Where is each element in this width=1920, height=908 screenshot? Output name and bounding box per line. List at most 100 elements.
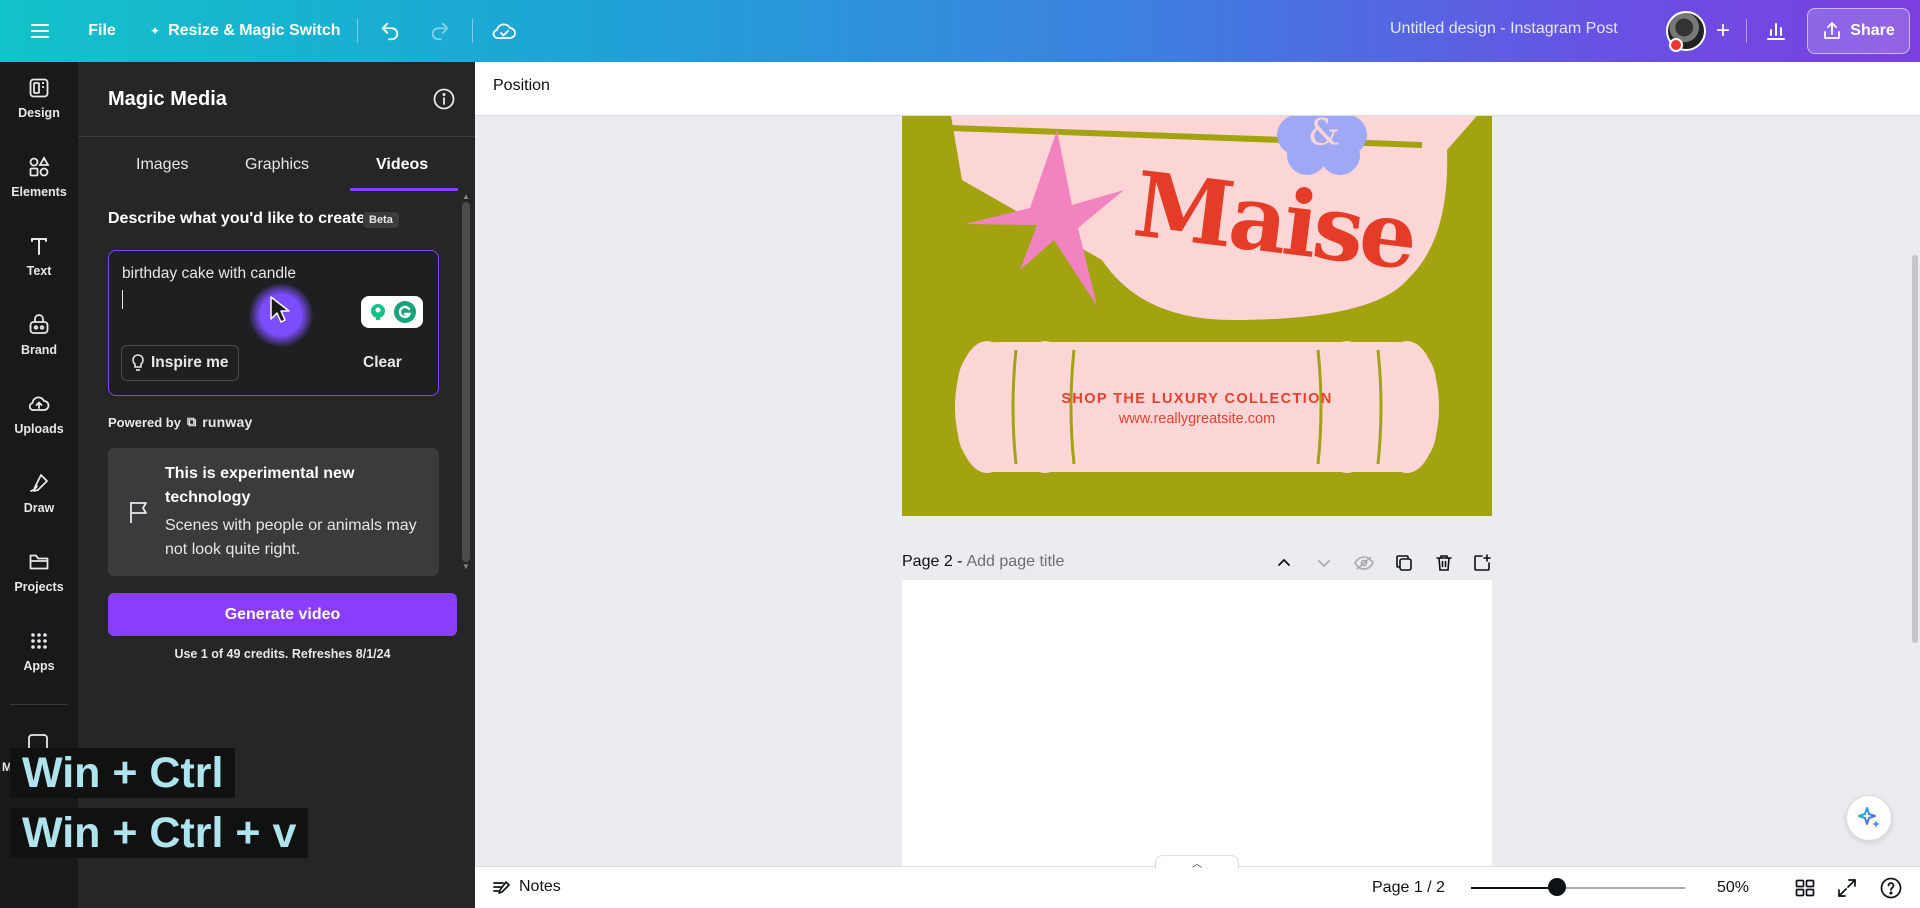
flower-shape: & (1277, 116, 1367, 175)
delete-page-button[interactable] (1432, 551, 1456, 575)
rail-divider (10, 704, 68, 705)
hide-page-button[interactable] (1352, 551, 1376, 575)
rail-item-brand[interactable]: Brand (0, 299, 78, 371)
flag-icon (130, 502, 147, 523)
menu-icon[interactable] (20, 11, 60, 51)
add-page-icon (1474, 554, 1491, 571)
panel-title: Magic Media (108, 88, 227, 110)
zoom-slider-handle[interactable] (1547, 878, 1566, 896)
rail-label: Uploads (14, 422, 64, 436)
move-page-up-button[interactable] (1272, 551, 1296, 575)
share-upload-icon (1824, 22, 1841, 39)
fullscreen-icon[interactable] (1835, 876, 1859, 900)
rail-item-uploads[interactable]: Uploads (0, 378, 78, 450)
avatar-badge (1669, 38, 1683, 52)
notice-body: Scenes with people or animals may not lo… (165, 517, 417, 558)
plus-icon: + (1715, 17, 1730, 44)
website-text[interactable]: www.reallygreatsite.com (902, 411, 1492, 427)
notes-button[interactable]: Notes (491, 877, 561, 897)
redo-icon (431, 22, 449, 41)
rail-item-text[interactable]: Text (0, 220, 78, 292)
add-page-button[interactable] (1470, 551, 1494, 575)
scroll-up-icon[interactable]: ▲ (462, 192, 470, 201)
clear-button[interactable]: Clear (353, 345, 412, 381)
runway-logo-icon: ⧉ (186, 414, 197, 429)
generate-video-button[interactable]: Generate video (108, 593, 457, 636)
lightbulb-icon (132, 354, 144, 371)
resize-magic-switch-button[interactable]: ✦ Resize & Magic Switch (140, 11, 351, 51)
design-page-1[interactable]: & Maise SHOP THE LUXURY COLLECTION www.r… (902, 116, 1492, 516)
scroll-down-icon[interactable]: ▼ (462, 562, 470, 571)
chevron-down-icon (1318, 560, 1330, 568)
rail-item-projects[interactable]: Projects (0, 536, 78, 608)
page-title-input[interactable]: Add page title (966, 553, 1064, 571)
rail-item-draw[interactable]: Draw (0, 457, 78, 529)
bar-chart-icon (1767, 23, 1785, 40)
redo-button[interactable] (420, 11, 460, 51)
tab-images[interactable]: Images (136, 156, 188, 174)
zoom-slider-fill (1471, 887, 1557, 889)
share-button[interactable]: Share (1807, 8, 1910, 54)
sparkle-icon: ✦ (150, 24, 161, 38)
file-menu-button[interactable]: File (80, 11, 124, 51)
experimental-notice: This is experimental new technology Scen… (108, 448, 439, 576)
document-title[interactable]: Untitled design - Instagram Post (1390, 20, 1618, 38)
grammarly-icon (393, 301, 416, 323)
divider (1746, 19, 1747, 43)
design-icon (29, 78, 49, 98)
draw-icon (30, 474, 48, 492)
grid-view-icon[interactable] (1793, 876, 1817, 900)
move-page-down-button[interactable] (1312, 551, 1336, 575)
chevron-up-icon: ︿ (1192, 859, 1202, 870)
page-count-button[interactable]: Page 1 / 2 (1372, 879, 1445, 897)
elements-icon (29, 156, 50, 177)
describe-label: Describe what you'd like to create (108, 210, 366, 227)
apps-icon (31, 633, 47, 649)
insights-button[interactable] (1756, 11, 1796, 51)
tab-graphics[interactable]: Graphics (245, 156, 309, 174)
prompt-value[interactable]: birthday cake with candle (122, 265, 296, 283)
text-caret (122, 290, 123, 309)
notes-label: Notes (519, 878, 561, 895)
lightbulb-icon (370, 304, 385, 320)
magic-assistant-button[interactable] (1846, 795, 1892, 841)
beta-badge: Beta (363, 212, 399, 228)
projects-icon (29, 554, 49, 570)
add-collaborator-button[interactable]: + (1704, 11, 1742, 51)
divider (357, 19, 358, 43)
grammarly-widget[interactable] (361, 296, 423, 328)
position-button[interactable]: Position (493, 77, 550, 95)
info-icon[interactable] (432, 87, 456, 111)
rail-item-elements[interactable]: Elements (0, 141, 78, 213)
notice-title: This is experimental new technology (165, 465, 355, 506)
rail-item-design[interactable]: Design (0, 62, 78, 134)
divider (472, 19, 473, 43)
context-toolbar: Position (475, 62, 1920, 116)
ampersand-text: & (1308, 116, 1340, 154)
zoom-percentage[interactable]: 50% (1717, 879, 1749, 897)
help-icon[interactable] (1879, 876, 1903, 900)
trash-icon (1436, 555, 1452, 571)
zoom-slider[interactable] (1471, 887, 1685, 889)
tab-videos[interactable]: Videos (376, 156, 428, 174)
page-2-label: Page 2 - (902, 553, 963, 570)
mouse-pointer-icon (270, 296, 290, 323)
design-page-2[interactable] (902, 580, 1492, 866)
prompt-textarea[interactable]: birthday cake with candle Inspire me Cle… (108, 250, 439, 396)
rail-label: Elements (11, 185, 67, 199)
inspire-me-button[interactable]: Inspire me (121, 345, 239, 381)
top-bar: File ✦ Resize & Magic Switch Untitled de… (0, 0, 1920, 62)
panel-scrollbar[interactable] (462, 202, 470, 562)
duplicate-page-button[interactable] (1392, 551, 1416, 575)
undo-button[interactable] (370, 11, 410, 51)
canvas-scrollbar[interactable] (1912, 255, 1918, 643)
rail-label: Text (26, 264, 52, 278)
undo-icon (381, 22, 399, 41)
cloud-save-button[interactable] (484, 11, 524, 51)
rail-item-apps[interactable]: Apps (0, 615, 78, 687)
shop-text[interactable]: SHOP THE LUXURY COLLECTION (902, 391, 1492, 407)
show-pages-toggle[interactable]: ︿ (1155, 855, 1239, 870)
rail-label: Design (18, 106, 60, 120)
sparkles-icon (1858, 807, 1880, 828)
uploads-icon (28, 396, 50, 411)
